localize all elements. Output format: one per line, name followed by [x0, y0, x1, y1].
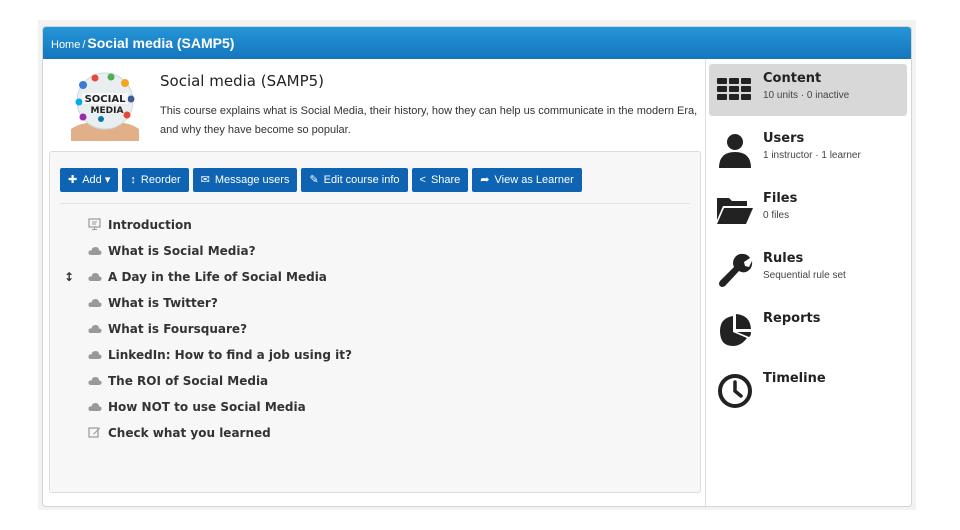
wrench-icon [719, 253, 753, 287]
unit-label: The ROI of Social Media [108, 374, 269, 388]
sidebar-content-sub: 10 units · 0 inactive [763, 90, 850, 101]
sidebar-files-label: Files [763, 191, 798, 206]
sidebar-rules-sub: Sequential rule set [763, 270, 846, 281]
share-label: Share [430, 174, 461, 186]
breadcrumb-separator: / [82, 39, 86, 51]
unit-label: How NOT to use Social Media [108, 400, 306, 414]
edit-course-info-label: Edit course info [323, 174, 400, 186]
unit-label: Introduction [108, 218, 192, 232]
caret-down-icon: ▾ [104, 174, 111, 186]
sidebar-users-sub: 1 instructor · 1 learner [763, 150, 861, 161]
unit-label: What is Foursquare? [108, 322, 248, 336]
sidebar-reports-label: Reports [763, 311, 821, 326]
breadcrumb: Home / Social media (SAMP5) [51, 35, 234, 53]
presentation-icon [88, 218, 102, 233]
view-as-learner-button[interactable]: ➦ View as Learner [472, 168, 582, 192]
cloud-icon [88, 349, 102, 363]
view-as-learner-label: View as Learner [494, 174, 574, 186]
sidebar-item-content[interactable]: Content 10 units · 0 inactive [709, 64, 907, 116]
list-item[interactable]: What is Twitter? [88, 296, 218, 316]
list-item[interactable]: Introduction [88, 218, 192, 238]
header-bar: Home / Social media (SAMP5) [43, 27, 911, 59]
cloud-icon [88, 245, 102, 259]
cloud-icon [88, 375, 102, 389]
folder-open-icon [717, 198, 753, 224]
reorder-button[interactable]: ↕ Reorder [122, 168, 189, 192]
list-item[interactable]: What is Social Media? [88, 244, 256, 264]
sidebar-item-timeline[interactable]: Timeline [709, 364, 907, 416]
drag-handle-icon[interactable]: ↕ [64, 270, 74, 284]
share-button[interactable]: < Share [411, 168, 469, 192]
add-button-label: Add [82, 174, 102, 186]
sidebar-item-users[interactable]: Users 1 instructor · 1 learner [709, 124, 907, 176]
course-thumbnail: SOCIAL MEDIA [71, 72, 139, 141]
message-users-button[interactable]: ✉ Message users [192, 168, 298, 192]
sidebar-files-sub: 0 files [763, 210, 790, 221]
list-item[interactable]: Check what you learned [88, 426, 271, 446]
course-title: Social media (SAMP5) [160, 72, 325, 90]
unit-label: LinkedIn: How to find a job using it? [108, 348, 352, 362]
reorder-icon: ↕ [130, 174, 136, 186]
list-item[interactable]: A Day in the Life of Social Media [88, 270, 327, 290]
cloud-icon [88, 297, 102, 311]
list-item[interactable]: LinkedIn: How to find a job using it? [88, 348, 352, 368]
sidebar-item-rules[interactable]: Rules Sequential rule set [709, 244, 907, 296]
grid-icon [717, 78, 751, 100]
unit-label: Check what you learned [108, 426, 271, 440]
share-icon: < [419, 174, 426, 186]
breadcrumb-current: Social media (SAMP5) [87, 35, 235, 51]
sidebar-item-reports[interactable]: Reports [709, 304, 907, 356]
sidebar: Content 10 units · 0 inactive Users 1 in… [705, 59, 911, 506]
breadcrumb-home-link[interactable]: Home [51, 39, 80, 51]
edit-course-info-button[interactable]: ✎ Edit course info [301, 168, 408, 192]
units-container: ✚ Add ▾ ↕ Reorder ✉ Message users ✎ Edit course… [49, 151, 701, 493]
reorder-button-label: Reorder [140, 174, 181, 186]
course-panel: Home / Social media (SAMP5) SOCIAL MEDIA S… [42, 26, 912, 507]
thumbnail-text-social: SOCIAL [85, 94, 127, 105]
main-content: SOCIAL MEDIA Social media (SAMP5) This c… [43, 59, 705, 506]
unit-label: A Day in the Life of Social Media [108, 270, 327, 284]
pencil-icon: ✎ [309, 174, 319, 186]
list-item[interactable]: The ROI of Social Media [88, 374, 268, 394]
list-item[interactable]: What is Foursquare? [88, 322, 247, 342]
cloud-icon [88, 323, 102, 337]
list-item[interactable]: How NOT to use Social Media [88, 400, 306, 420]
unit-label: What is Twitter? [108, 296, 218, 310]
sidebar-rules-label: Rules [763, 251, 804, 266]
sidebar-timeline-label: Timeline [763, 371, 826, 386]
pie-chart-icon [720, 314, 751, 346]
envelope-icon: ✉ [200, 174, 210, 186]
thumbnail-text-media: MEDIA [91, 106, 124, 116]
unit-label: What is Social Media? [108, 244, 256, 258]
sidebar-users-label: Users [763, 131, 805, 146]
sidebar-item-files[interactable]: Files 0 files [709, 184, 907, 236]
user-icon [719, 134, 751, 168]
course-description: This course explains what is Social Medi… [160, 105, 698, 136]
arrow-forward-icon: ➦ [480, 174, 490, 186]
plus-icon: ✚ [68, 174, 78, 186]
toolbar-divider [60, 203, 690, 204]
cloud-icon [88, 271, 102, 285]
clock-icon [718, 374, 752, 408]
message-users-label: Message users [214, 174, 290, 186]
add-button[interactable]: ✚ Add ▾ [60, 168, 119, 192]
edit-icon [88, 426, 102, 441]
cloud-icon [88, 401, 102, 415]
sidebar-content-label: Content [763, 71, 822, 86]
course-toolbar: ✚ Add ▾ ↕ Reorder ✉ Message users ✎ Edit course… [60, 168, 586, 192]
